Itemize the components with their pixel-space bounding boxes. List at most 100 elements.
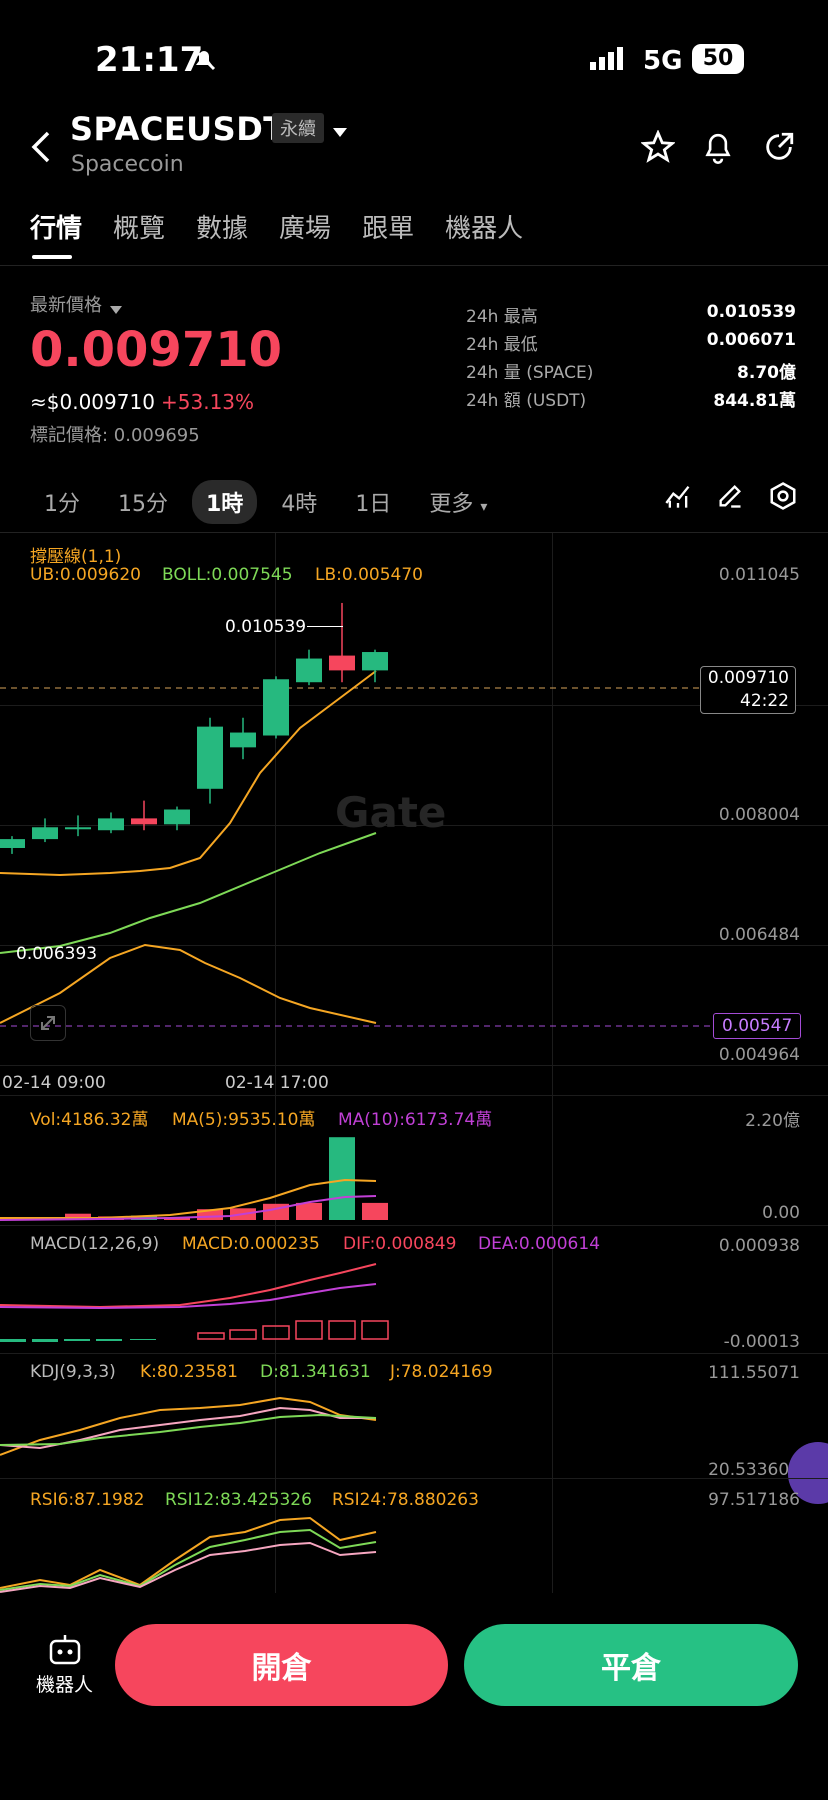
kdj-k: K:80.23581	[140, 1362, 238, 1382]
tab-copy-trading[interactable]: 跟單	[362, 208, 414, 245]
lb-price-tag: 0.00547	[713, 1013, 802, 1039]
interval-4h[interactable]: 4時	[267, 480, 331, 524]
vol-ma5: MA(5):9535.10萬	[172, 1110, 316, 1130]
volume-divider	[0, 1095, 828, 1096]
x-tick: 02-14 17:00	[225, 1073, 329, 1093]
mute-icon	[190, 45, 218, 73]
low-price-label: 0.006393	[16, 944, 98, 964]
candle-body[interactable]	[362, 652, 388, 671]
kdj-chart	[0, 1396, 377, 1456]
macd-value: MACD:0.000235	[182, 1234, 320, 1254]
chevron-down-icon[interactable]	[333, 123, 347, 142]
candle-body[interactable]	[329, 655, 355, 671]
dea-value: DEA:0.000614	[478, 1234, 601, 1254]
kdj-d: D:81.341631	[260, 1362, 371, 1382]
close-position-button[interactable]: 平倉	[464, 1624, 798, 1706]
candle-countdown: 42:22	[740, 691, 789, 711]
macd-divider	[0, 1225, 828, 1226]
interval-1d[interactable]: 1日	[341, 480, 405, 524]
kdj-j: J:78.024169	[390, 1362, 493, 1382]
rsi6-value: RSI6:87.1982	[30, 1490, 145, 1510]
high-price-label: 0.010539	[225, 617, 307, 637]
volume-bar	[296, 1202, 322, 1220]
rsi-chart	[0, 1516, 377, 1593]
candle-body[interactable]	[263, 679, 289, 736]
stat-24h-low: 24h 最低 0.006071	[466, 330, 796, 355]
rsi12-value: RSI12:83.425326	[165, 1490, 312, 1510]
interval-selector: 1分 15分 1時 4時 1日 更多 ▾	[30, 480, 511, 524]
battery-icon: 50	[692, 44, 744, 74]
interval-1m[interactable]: 1分	[30, 480, 94, 524]
tab-overview[interactable]: 概覽	[113, 208, 165, 245]
indicator-icon[interactable]	[664, 482, 692, 514]
candle-body[interactable]	[131, 818, 157, 825]
candle-body[interactable]	[0, 839, 25, 848]
interval-15m[interactable]: 15分	[104, 480, 182, 524]
stat-24h-turnover: 24h 額 (USDT) 844.81萬	[466, 391, 796, 411]
volume-bar	[329, 1137, 355, 1220]
candle-body[interactable]	[98, 818, 124, 831]
usd-price: ≈$0.009710	[30, 390, 155, 414]
macd-title: MACD(12,26,9)	[30, 1234, 160, 1254]
current-price: 0.009710	[707, 668, 789, 688]
candle-body[interactable]	[197, 726, 223, 789]
star-icon[interactable]	[640, 129, 676, 168]
status-time: 21:17	[95, 40, 204, 80]
tab-square[interactable]: 廣場	[279, 208, 331, 245]
interval-more[interactable]: 更多 ▾	[415, 480, 501, 524]
open-position-button[interactable]: 開倉	[115, 1624, 448, 1706]
chevron-down-icon[interactable]	[110, 299, 122, 318]
macd-chart	[0, 1263, 389, 1342]
stat-24h-volume: 24h 量 (SPACE) 8.70億	[466, 363, 796, 383]
candlestick-chart[interactable]	[0, 533, 828, 1073]
bell-icon[interactable]	[702, 130, 734, 168]
macd-axis-top: 0.000938	[718, 1236, 800, 1256]
macd-axis-bottom: -0.00013	[723, 1332, 800, 1352]
candle-body[interactable]	[32, 827, 58, 840]
coin-name: Spacecoin	[71, 152, 184, 177]
bot-icon[interactable]	[48, 1633, 82, 1669]
kdj-title: KDJ(9,3,3)	[30, 1362, 116, 1382]
network-type: 5G	[643, 46, 683, 76]
volume-chart	[0, 1137, 388, 1221]
tab-market[interactable]: 行情	[30, 208, 82, 245]
vol-value: Vol:4186.32萬	[30, 1110, 149, 1130]
tab-divider	[0, 265, 828, 266]
volume-bar	[362, 1202, 388, 1220]
kdj-axis-top: 111.55071	[708, 1363, 800, 1383]
last-price-label[interactable]: 最新價格	[30, 291, 102, 317]
draw-icon[interactable]	[716, 482, 744, 514]
candle-body[interactable]	[65, 827, 91, 830]
stat-24h-high: 24h 最高 0.010539	[466, 302, 796, 327]
vol-axis-bottom: 0.00	[762, 1203, 800, 1223]
last-price: 0.009710	[30, 322, 283, 378]
settings-icon[interactable]	[768, 481, 798, 515]
back-button[interactable]	[30, 130, 52, 168]
contract-type-badge[interactable]: 永續	[272, 113, 324, 143]
price-change: +53.13%	[161, 390, 255, 414]
rsi-axis-top: 97.517186	[708, 1490, 800, 1510]
kdj-divider	[0, 1353, 828, 1354]
share-icon[interactable]	[762, 130, 796, 168]
symbol-title[interactable]: SPACEUSDT	[70, 110, 286, 148]
high-price-leader	[307, 626, 343, 627]
vol-ma10: MA(10):6173.74萬	[338, 1110, 493, 1130]
dif-value: DIF:0.000849	[343, 1234, 457, 1254]
kdj-axis-bottom: 20.533602	[708, 1460, 800, 1480]
candle-body[interactable]	[164, 809, 190, 825]
x-tick: 02-14 09:00	[2, 1073, 106, 1093]
tab-active-indicator	[32, 255, 72, 259]
mark-price: 標記價格: 0.009695	[30, 425, 200, 446]
candle-body[interactable]	[230, 732, 256, 748]
expand-icon[interactable]	[30, 1005, 66, 1041]
candle-body[interactable]	[296, 658, 322, 683]
rsi-divider	[0, 1478, 828, 1479]
current-price-tag[interactable]: 0.009710 42:22	[700, 666, 796, 714]
rsi24-value: RSI24:78.880263	[332, 1490, 479, 1510]
vol-axis-top: 2.20億	[745, 1111, 800, 1131]
tab-bar: 行情 概覽 數據 廣場 跟單 機器人	[30, 208, 554, 245]
tab-data[interactable]: 數據	[196, 208, 248, 245]
interval-1h[interactable]: 1時	[192, 480, 258, 524]
bot-label[interactable]: 機器人	[36, 1670, 93, 1697]
tab-bot[interactable]: 機器人	[445, 208, 523, 245]
